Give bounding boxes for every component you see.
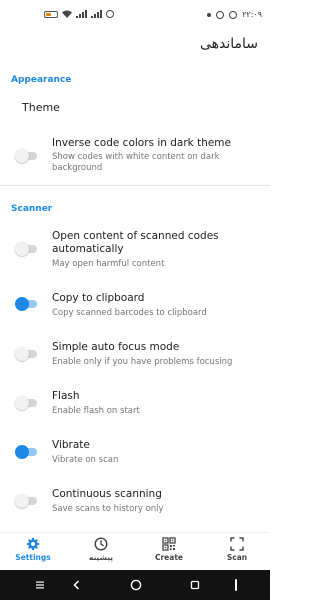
gear-icon — [26, 537, 40, 551]
inverse-colors-title[interactable]: Inverse code colors in dark theme — [52, 137, 257, 150]
system-navigation-bar — [0, 570, 270, 600]
qr-code-icon — [162, 537, 176, 551]
vibrate-title[interactable]: Vibrate — [52, 439, 257, 452]
vibrate-switch[interactable] — [15, 445, 39, 459]
nav-history[interactable]: پیشینه — [68, 537, 134, 562]
status-icons-left — [44, 10, 114, 18]
nav-scan-label: Scan — [226, 553, 248, 562]
autofocus-title[interactable]: Simple auto focus mode — [52, 341, 257, 354]
open-content-subtitle: May open harmful content — [52, 259, 165, 269]
nav-history-label: پیشینه — [88, 553, 114, 562]
switch-thumb — [15, 396, 29, 410]
copy-clipboard-switch[interactable] — [15, 297, 39, 311]
recents-icon[interactable] — [190, 580, 200, 590]
continuous-scan-switch[interactable] — [15, 494, 39, 508]
wifi-icon — [62, 10, 72, 18]
status-bar: ۲۲:۰۹ — [0, 0, 270, 30]
autofocus-subtitle: Enable only if you have problems focusin… — [52, 357, 233, 367]
home-icon[interactable] — [130, 579, 142, 591]
section-divider — [0, 185, 270, 186]
accessibility-icon[interactable] — [233, 578, 239, 592]
scan-frame-icon — [230, 537, 244, 551]
alarm-icon — [106, 10, 114, 18]
inverse-colors-switch[interactable] — [15, 149, 39, 163]
menu-icon[interactable] — [35, 580, 45, 590]
history-clock-icon — [94, 537, 108, 551]
autofocus-switch[interactable] — [15, 347, 39, 361]
open-content-title[interactable]: Open content of scanned codes automatica… — [52, 230, 257, 256]
switch-thumb — [15, 347, 29, 361]
vibrate-subtitle: Vibrate on scan — [52, 455, 119, 465]
open-content-switch[interactable] — [15, 242, 39, 256]
nav-scan[interactable]: Scan — [204, 537, 270, 562]
nav-settings-label: Settings — [15, 553, 51, 562]
switch-thumb — [15, 242, 29, 256]
flash-switch[interactable] — [15, 396, 39, 410]
copy-clipboard-title[interactable]: Copy to clipboard — [52, 292, 257, 305]
switch-thumb — [15, 297, 29, 311]
battery-icon — [44, 10, 58, 18]
section-header-scanner: Scanner — [11, 204, 53, 214]
flash-subtitle: Enable flash on start — [52, 406, 140, 416]
signal-icon-2 — [91, 10, 102, 18]
theme-setting[interactable]: Theme — [22, 101, 60, 114]
section-header-appearance: Appearance — [11, 75, 72, 85]
dot-icon — [207, 12, 212, 17]
switch-thumb — [15, 494, 29, 508]
status-icons-right: ۲۲:۰۹ — [207, 10, 262, 19]
nav-settings[interactable]: Settings — [0, 537, 66, 562]
continuous-scan-subtitle: Save scans to history only — [52, 504, 164, 514]
page-title: ساماندهی — [199, 36, 258, 52]
continuous-scan-title[interactable]: Continuous scanning — [52, 488, 257, 501]
flash-title[interactable]: Flash — [52, 390, 257, 403]
inverse-colors-subtitle: Show codes with white content on dark ba… — [52, 152, 220, 173]
switch-thumb — [15, 445, 29, 459]
clock-icon — [229, 10, 238, 19]
nav-create[interactable]: Create — [136, 537, 202, 562]
copy-clipboard-subtitle: Copy scanned barcodes to clipboard — [52, 308, 207, 318]
switch-thumb — [15, 149, 29, 163]
nav-create-label: Create — [154, 553, 184, 562]
bottom-navigation: Settings پیشینه Create Scan — [0, 532, 270, 570]
data-saver-icon — [216, 10, 225, 19]
signal-icon — [76, 10, 87, 18]
status-clock: ۲۲:۰۹ — [242, 10, 262, 19]
back-icon[interactable] — [72, 580, 81, 590]
